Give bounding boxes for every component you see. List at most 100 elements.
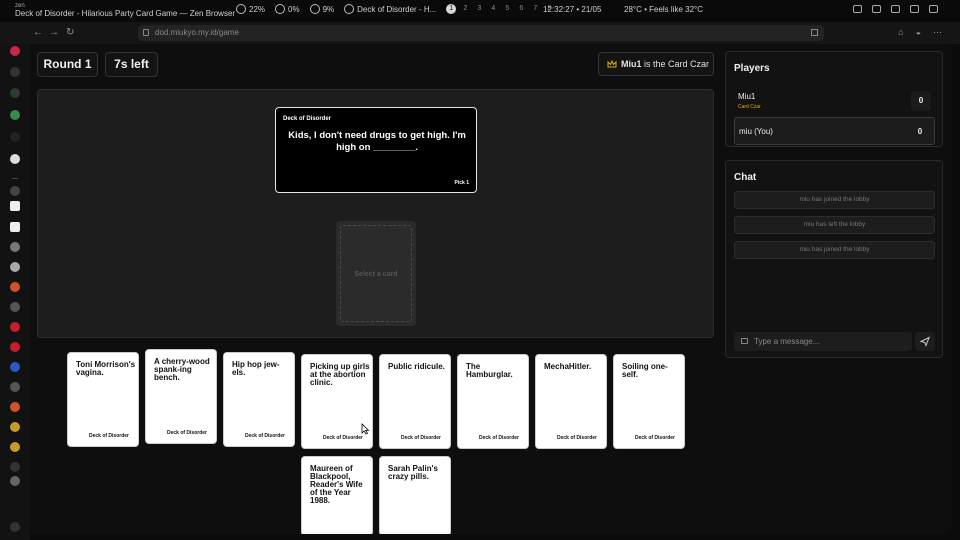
player-role: Card Czar [738,104,761,110]
gpu-value: 0% [288,4,300,14]
lock-icon [143,29,149,36]
cpu-value: 22% [249,4,266,14]
site-icon[interactable] [10,154,20,164]
white-card[interactable]: A cherry-wood spank-ing bench. Deck of D… [145,349,217,444]
url-bar[interactable]: dod.miukyo.my.id/game [138,25,824,41]
white-card-text: Maureen of Blackpool, Reader's Wife of t… [310,464,363,505]
white-card-brand: Deck of Disorder [88,433,129,439]
active-window-indicator[interactable]: Deck of Disorder - H... [344,4,436,14]
white-card[interactable]: Maureen of Blackpool, Reader's Wife of t… [301,456,373,534]
white-card-brand: Deck of Disorder [322,435,363,441]
chat-input[interactable]: Type a message... [734,332,912,351]
tab-icon[interactable] [10,282,20,292]
white-card[interactable]: Public ridicule. Deck of Disorder [379,354,451,449]
back-icon[interactable]: ← [33,27,43,38]
ram-value: 9% [322,4,335,14]
crown-icon [607,59,617,68]
system-top-bar: zen Deck of Disorder - Hilarious Party C… [0,0,960,22]
white-card[interactable]: Soiling one-self. Deck of Disorder [613,354,685,449]
window-title-area: zen Deck of Disorder - Hilarious Party C… [15,2,235,18]
czar-name: Miu1 [621,59,642,69]
white-card-text: The Hamburglar. [466,362,513,379]
round-indicator: Round 1 [37,52,98,77]
tab-icon[interactable] [10,222,20,232]
white-card-text: Hip hop jew-els. [232,360,280,377]
workspace-5[interactable]: 5 [502,4,512,14]
weather: 28°C • Feels like 32°C [624,5,704,14]
black-card-brand: Deck of Disorder [283,116,332,122]
github-icon[interactable] [10,382,20,392]
network-icon[interactable] [910,5,919,13]
white-card-brand: Deck of Disorder [166,430,207,436]
chat-message: miu has joined the lobby [734,191,935,209]
downloads-icon[interactable] [10,522,20,532]
add-tab-icon[interactable] [10,186,20,196]
white-card-brand: Deck of Disorder [478,435,519,441]
youtube-icon[interactable] [10,342,20,352]
black-card-prompt: Kids, I don't need drugs to get high. I'… [288,130,466,153]
clock: 12:32:27 • 21/05 [543,5,602,14]
power-icon[interactable] [929,5,938,13]
white-card-brand: Deck of Disorder [400,435,441,441]
tab-icon[interactable] [10,442,20,452]
tab-icon[interactable] [10,242,20,252]
white-card-text: Soiling one-self. [622,362,668,379]
chat-message: miu has joined the lobby [734,241,935,259]
white-card[interactable]: Toni Morrison's vagina. Deck of Disorder [67,352,139,447]
system-tray [853,5,938,13]
player-row: Miu1 Card Czar 0 [734,87,935,115]
mouse-cursor-icon [361,423,370,435]
czar-label: is the Card Czar [641,59,710,69]
discord-icon[interactable] [853,5,862,13]
browser-sidebar [0,44,30,540]
site-icon[interactable] [10,132,20,142]
tab-icon[interactable] [10,462,20,472]
tab-icon[interactable] [10,362,20,372]
white-card[interactable]: MechaHitler. Deck of Disorder [535,354,607,449]
white-card[interactable]: The Hamburglar. Deck of Disorder [457,354,529,449]
gpu-stat: 0% [275,4,300,14]
tab-icon[interactable] [10,476,20,486]
extension-icon[interactable] [811,29,818,36]
workspace-3[interactable]: 3 [474,4,484,14]
game-page: Round 1 7s left Miu1 is the Card Czar De… [30,44,952,534]
github-icon[interactable] [10,302,20,312]
white-card-text: Picking up girls at the abortion clinic. [310,362,370,387]
extensions-icon[interactable]: ⌂ [898,27,903,38]
player-score: 0 [911,91,931,111]
white-card-text: Public ridicule. [388,362,445,371]
white-card[interactable]: Hip hop jew-els. Deck of Disorder [223,352,295,447]
youtube-icon[interactable] [10,322,20,332]
github-icon[interactable] [10,67,20,77]
send-icon [919,336,930,347]
active-tab-icon[interactable] [10,201,20,211]
send-button[interactable] [915,332,935,351]
forward-icon[interactable]: → [49,27,59,38]
reload-icon[interactable]: ↻ [66,27,74,38]
chat-panel: Chat miu has joined the lobby miu has le… [725,160,943,358]
tab-icon[interactable] [10,402,20,412]
white-card[interactable]: Sarah Palin's crazy pills. [379,456,451,534]
workspace-7[interactable]: 7 [530,4,540,14]
workspace-4[interactable]: 4 [488,4,498,14]
tab-icon[interactable] [10,262,20,272]
players-panel: Players Miu1 Card Czar 0 miu (You) 0 [725,51,943,147]
active-window-title: Deck of Disorder - H... [357,4,437,14]
ram-icon [309,4,320,14]
browser-actions: ⌂ ◒ ⋯ [898,27,942,38]
chart-icon[interactable] [10,88,20,98]
security-icon[interactable] [872,5,881,13]
system-stats: 22% 0% 9% Deck of Disorder - H... 1 2 3 … [236,4,554,14]
pinned-site-icon[interactable] [10,46,20,56]
workspace-1[interactable]: 1 [446,4,457,14]
spotify-icon[interactable] [10,110,20,120]
card-drop-slot[interactable]: Select a card [336,221,416,326]
volume-icon[interactable] [891,5,900,13]
black-prompt-card: Deck of Disorder Kids, I don't need drug… [275,107,477,193]
workspace-2[interactable]: 2 [460,4,470,14]
tab-icon[interactable] [10,422,20,432]
white-card-brand: Deck of Disorder [634,435,675,441]
workspace-6[interactable]: 6 [516,4,526,14]
incognito-icon[interactable]: ◒ [916,27,921,38]
menu-icon[interactable]: ⋯ [933,27,942,38]
